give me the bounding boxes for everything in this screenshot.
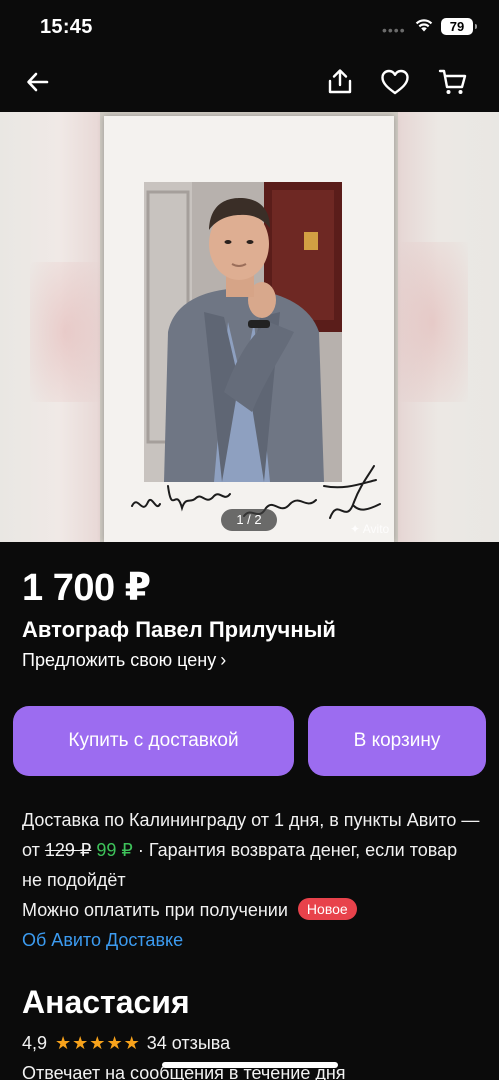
avito-watermark: ✦ Avito — [350, 522, 390, 536]
heart-icon[interactable] — [379, 66, 411, 98]
rating-value: 4,9 — [22, 1033, 48, 1053]
old-delivery-price: 129 ₽ — [44, 840, 92, 860]
add-to-cart-button[interactable]: В корзину — [308, 706, 486, 776]
next-photo[interactable] — [398, 112, 499, 542]
buy-with-delivery-button[interactable]: Купить с доставкой — [13, 706, 294, 776]
photo-gallery[interactable]: 1 / 2 ✦ Avito — [0, 112, 499, 542]
portrait-image — [144, 182, 342, 482]
new-badge: Новое — [297, 898, 357, 920]
new-delivery-price: 99 ₽ — [96, 840, 133, 860]
cart-icon[interactable] — [437, 66, 469, 98]
top-nav — [0, 54, 499, 112]
chevron-right-icon: › — [220, 650, 227, 670]
offer-price-link[interactable]: Предложить свою цену › — [22, 650, 226, 671]
wifi-icon — [415, 19, 433, 32]
seller-name[interactable]: Анастасия — [22, 984, 190, 1021]
pay-on-receipt-text: Можно оплатить при получении — [22, 900, 288, 920]
status-bar: 15:45 •••• 79 — [0, 0, 499, 54]
main-photo[interactable] — [104, 116, 394, 542]
battery-icon: 79 — [441, 18, 477, 35]
reviews-count: 34 отзыва — [146, 1033, 231, 1053]
status-time: 15:45 — [40, 16, 93, 38]
star-rating-icon: ★★★★★ — [55, 1033, 141, 1053]
photo-counter: 1 / 2 — [221, 509, 277, 531]
seller-rating[interactable]: 4,9 ★★★★★ 34 отзыва — [22, 1030, 230, 1056]
share-icon[interactable] — [324, 66, 356, 98]
watermark-text: Avito — [362, 522, 390, 536]
about-delivery-link[interactable]: Об Авито Доставке — [22, 925, 183, 955]
home-indicator[interactable] — [162, 1062, 338, 1068]
listing-title: Автограф Павел Прилучный — [22, 617, 336, 642]
offer-price-label: Предложить свою цену — [22, 650, 217, 670]
pay-on-receipt-line: Можно оплатить при получении Новое — [22, 895, 357, 925]
listing-price: 1 700 ₽ — [22, 567, 151, 609]
arrow-left-icon[interactable] — [22, 66, 54, 98]
signal-dots-icon: •••• — [382, 22, 406, 38]
previous-photo[interactable] — [0, 112, 100, 542]
delivery-info: Доставка по Калининграду от 1 дня, в пун… — [22, 805, 482, 895]
